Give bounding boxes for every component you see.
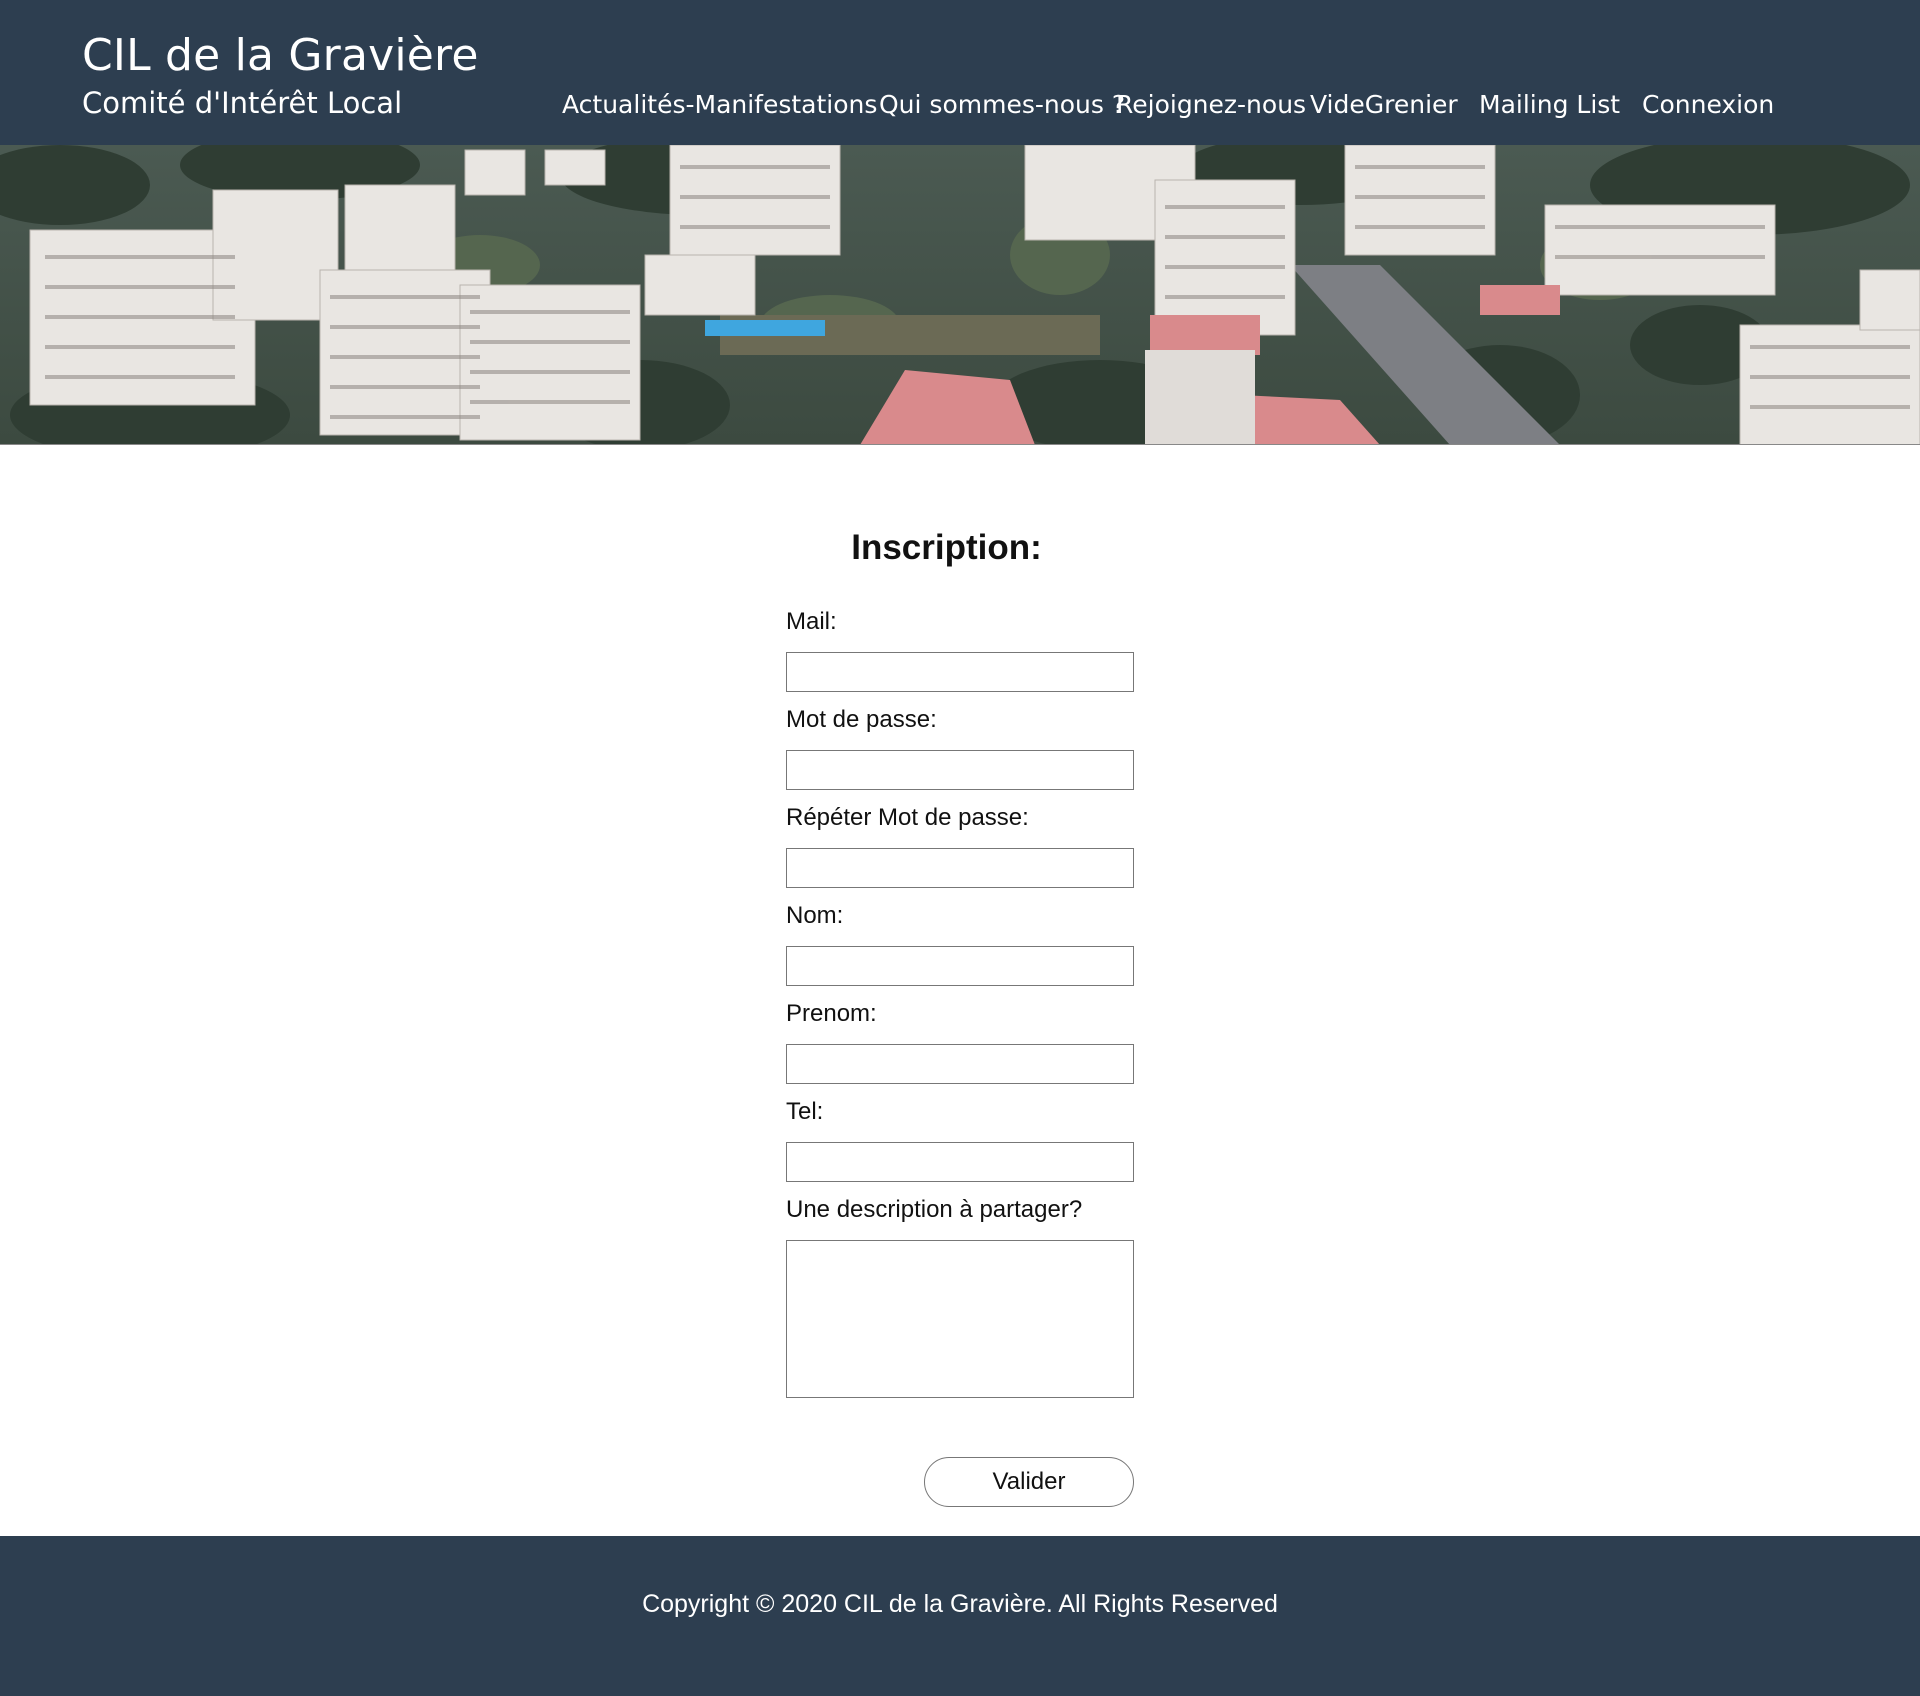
- banner-image: [0, 145, 1920, 445]
- password-repeat-label: Répéter Mot de passe:: [786, 804, 1029, 831]
- nav-item-videgrenier[interactable]: VideGrenier: [1310, 90, 1458, 119]
- nav-item-mailing-list[interactable]: Mailing List: [1479, 90, 1620, 119]
- prenom-label: Prenom:: [786, 1000, 877, 1027]
- nom-input[interactable]: [786, 946, 1134, 986]
- site-footer: Copyright © 2020 CIL de la Gravière. All…: [0, 1536, 1920, 1696]
- mail-input[interactable]: [786, 652, 1134, 692]
- password-input[interactable]: [786, 750, 1134, 790]
- site-header: CIL de la Gravière Comité d'Intérêt Loca…: [0, 0, 1920, 145]
- password-label: Mot de passe:: [786, 706, 937, 733]
- site-title[interactable]: CIL de la Gravière: [82, 30, 479, 81]
- prenom-input[interactable]: [786, 1044, 1134, 1084]
- form-title: Inscription:: [851, 528, 1042, 567]
- nom-label: Nom:: [786, 902, 844, 929]
- submit-button[interactable]: Valider: [924, 1457, 1134, 1507]
- password-repeat-input[interactable]: [786, 848, 1134, 888]
- tel-input[interactable]: [786, 1142, 1134, 1182]
- aerial-city-photo-icon: [0, 145, 1920, 444]
- nav-item-actualites[interactable]: Actualités-Manifestations: [562, 90, 877, 119]
- mail-label: Mail:: [786, 608, 837, 635]
- tel-label: Tel:: [786, 1098, 824, 1125]
- nav-item-qui-sommes-nous[interactable]: Qui sommes-nous ?: [879, 90, 1125, 119]
- main-nav: Actualités-Manifestations Qui sommes-nou…: [0, 90, 1920, 126]
- nav-item-rejoignez-nous[interactable]: Rejoignez-nous: [1116, 90, 1306, 119]
- description-textarea[interactable]: [786, 1240, 1134, 1398]
- nav-item-connexion[interactable]: Connexion: [1642, 90, 1774, 119]
- description-label: Une description à partager?: [786, 1196, 1083, 1223]
- copyright-text: Copyright © 2020 CIL de la Gravière. All…: [642, 1590, 1278, 1618]
